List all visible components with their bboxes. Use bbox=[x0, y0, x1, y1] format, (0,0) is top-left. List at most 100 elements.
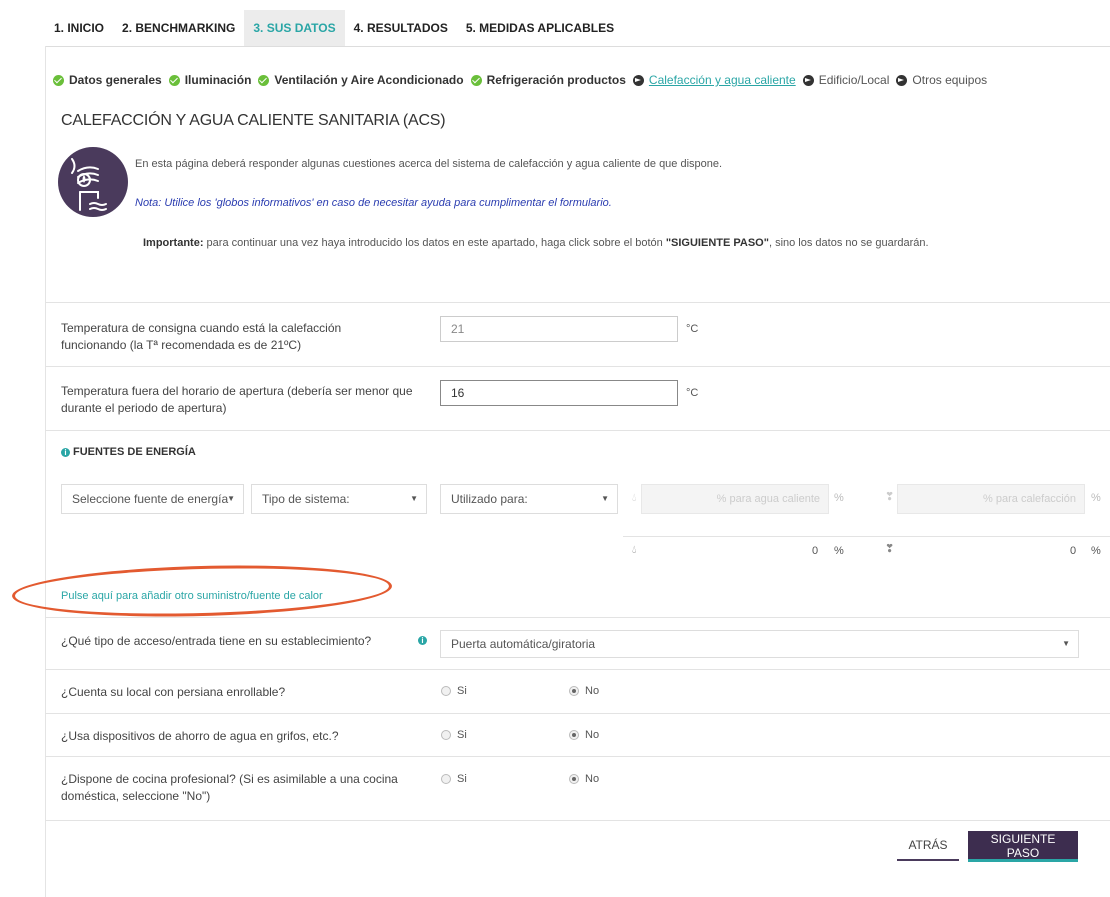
heating-water-icon bbox=[58, 147, 128, 217]
step-datos-generales[interactable]: Datos generales bbox=[53, 73, 162, 87]
arrow-right-icon bbox=[896, 74, 908, 86]
step-label: Datos generales bbox=[69, 73, 162, 87]
question-label: ¿Cuenta su local con persiana enrollable… bbox=[61, 685, 286, 699]
next-step-button[interactable]: SIGUIENTE PASO bbox=[968, 831, 1078, 862]
used-for-placeholder: Utilizado para: bbox=[451, 492, 528, 506]
tab-benchmarking[interactable]: 2. BENCHMARKING bbox=[113, 10, 244, 46]
percent-sign: % bbox=[1091, 492, 1101, 504]
dropdown-arrow-icon: ▼ bbox=[601, 494, 609, 503]
check-icon bbox=[168, 74, 180, 86]
main-tabs: 1. INICIO 2. BENCHMARKING 3. SUS DATOS 4… bbox=[45, 10, 623, 46]
divider bbox=[45, 756, 1110, 757]
step-otros-equipos[interactable]: Otros equipos bbox=[896, 73, 987, 87]
percent-sign: % bbox=[834, 492, 844, 504]
celsius-unit: °C bbox=[686, 323, 699, 335]
step-label: Iluminación bbox=[184, 73, 252, 87]
shutter-yes-radio[interactable]: Si bbox=[441, 685, 467, 697]
radio-circle bbox=[441, 686, 451, 696]
intro-text: En esta página deberá responder algunas … bbox=[135, 158, 723, 170]
step-ventilacion[interactable]: Ventilación y Aire Acondicionado bbox=[258, 73, 464, 87]
divider bbox=[45, 302, 1110, 303]
totals-divider bbox=[623, 536, 1110, 537]
divider bbox=[45, 669, 1110, 670]
yes-label: Si bbox=[457, 773, 467, 785]
tab-medidas-aplicables[interactable]: 5. MEDIDAS APLICABLES bbox=[457, 10, 623, 46]
page-title: CALEFACCIÓN Y AGUA CALIENTE SANITARIA (A… bbox=[61, 112, 446, 129]
question-label: ¿Usa dispositivos de ahorro de agua en g… bbox=[61, 729, 339, 743]
water-saving-no-radio[interactable]: No bbox=[569, 729, 599, 741]
water-percent-input[interactable]: % para agua caliente bbox=[641, 484, 829, 514]
radio-circle bbox=[441, 774, 451, 784]
system-type-placeholder: Tipo de sistema: bbox=[262, 492, 350, 506]
dropdown-arrow-icon: ▼ bbox=[1062, 639, 1070, 648]
tabs-divider bbox=[45, 46, 1110, 47]
step-progress: Datos generales Iluminación Ventilación … bbox=[53, 73, 994, 87]
water-drop-icon: 💧︎ bbox=[632, 492, 637, 504]
access-type-label: ¿Qué tipo de acceso/entrada tiene en su … bbox=[61, 634, 372, 648]
access-type-value: Puerta automática/giratoria bbox=[451, 637, 596, 651]
no-label: No bbox=[585, 729, 600, 741]
off-hours-temp-label: Temperatura fuera del horario de apertur… bbox=[61, 384, 413, 415]
flame-icon: ❣ bbox=[885, 491, 895, 503]
yes-label: Si bbox=[457, 729, 467, 741]
divider bbox=[45, 713, 1110, 714]
step-label: Otros equipos bbox=[912, 73, 988, 87]
divider bbox=[45, 430, 1110, 431]
divider bbox=[45, 366, 1110, 367]
divider bbox=[45, 617, 1110, 618]
used-for-select[interactable]: Utilizado para: ▼ bbox=[440, 484, 618, 514]
step-label: Ventilación y Aire Acondicionado bbox=[274, 73, 464, 87]
check-icon bbox=[258, 74, 270, 86]
energy-source-placeholder: Seleccione fuente de energía bbox=[72, 492, 229, 506]
no-label: No bbox=[585, 685, 600, 697]
system-type-select[interactable]: Tipo de sistema: ▼ bbox=[251, 484, 427, 514]
important-label: Importante: bbox=[143, 237, 204, 249]
highlight-ellipse bbox=[11, 561, 393, 621]
content-border bbox=[45, 46, 46, 897]
shutter-no-radio[interactable]: No bbox=[569, 685, 599, 697]
flame-icon: ❣ bbox=[885, 543, 895, 555]
dropdown-arrow-icon: ▼ bbox=[410, 494, 418, 503]
dropdown-arrow-icon: ▼ bbox=[227, 494, 235, 503]
important-body: para continuar una vez haya introducido … bbox=[203, 237, 666, 249]
setpoint-temp-label: Temperatura de consigna cuando está la c… bbox=[61, 321, 342, 352]
arrow-right-icon bbox=[802, 74, 814, 86]
important-text: Importante: para continuar una vez haya … bbox=[143, 237, 929, 249]
heating-total: 0 bbox=[1070, 545, 1077, 557]
access-type-select[interactable]: Puerta automática/giratoria ▼ bbox=[440, 630, 1079, 658]
celsius-unit: °C bbox=[686, 387, 699, 399]
percent-sign: % bbox=[1091, 545, 1101, 557]
off-hours-temp-input[interactable] bbox=[440, 380, 678, 406]
yes-label: Si bbox=[457, 685, 467, 697]
setpoint-temp-input[interactable] bbox=[440, 316, 678, 342]
question-label: ¿Dispone de cocina profesional? (Si es a… bbox=[61, 772, 398, 803]
step-refrigeracion[interactable]: Refrigeración productos bbox=[470, 73, 626, 87]
percent-sign: % bbox=[834, 545, 844, 557]
radio-circle bbox=[569, 730, 579, 740]
step-label: Edificio/Local bbox=[818, 73, 890, 87]
no-label: No bbox=[585, 773, 600, 785]
check-icon bbox=[470, 74, 482, 86]
water-saving-yes-radio[interactable]: Si bbox=[441, 729, 467, 741]
check-icon bbox=[53, 74, 64, 86]
tab-resultados[interactable]: 4. RESULTADOS bbox=[345, 10, 457, 46]
step-calefaccion[interactable]: Calefacción y agua caliente bbox=[632, 73, 796, 87]
info-icon[interactable]: i bbox=[418, 636, 427, 645]
tab-sus-datos[interactable]: 3. SUS DATOS bbox=[244, 10, 345, 46]
info-icon[interactable]: i bbox=[61, 447, 70, 457]
radio-circle bbox=[441, 730, 451, 740]
heating-percent-input[interactable]: % para calefacción bbox=[897, 484, 1085, 514]
energy-sources-title: FUENTES DE ENERGÍA bbox=[73, 446, 196, 458]
radio-circle bbox=[569, 774, 579, 784]
step-label: Calefacción y agua caliente bbox=[648, 73, 796, 87]
step-edificio[interactable]: Edificio/Local bbox=[802, 73, 890, 87]
important-end: , sino los datos no se guardarán. bbox=[768, 237, 929, 249]
kitchen-yes-radio[interactable]: Si bbox=[441, 773, 467, 785]
divider bbox=[45, 820, 1110, 821]
back-button[interactable]: ATRÁS bbox=[897, 831, 959, 861]
tab-inicio[interactable]: 1. INICIO bbox=[45, 10, 113, 46]
kitchen-no-radio[interactable]: No bbox=[569, 773, 599, 785]
energy-source-select[interactable]: Seleccione fuente de energía ▼ bbox=[61, 484, 244, 514]
step-label: Refrigeración productos bbox=[486, 73, 626, 87]
step-iluminacion[interactable]: Iluminación bbox=[168, 73, 252, 87]
